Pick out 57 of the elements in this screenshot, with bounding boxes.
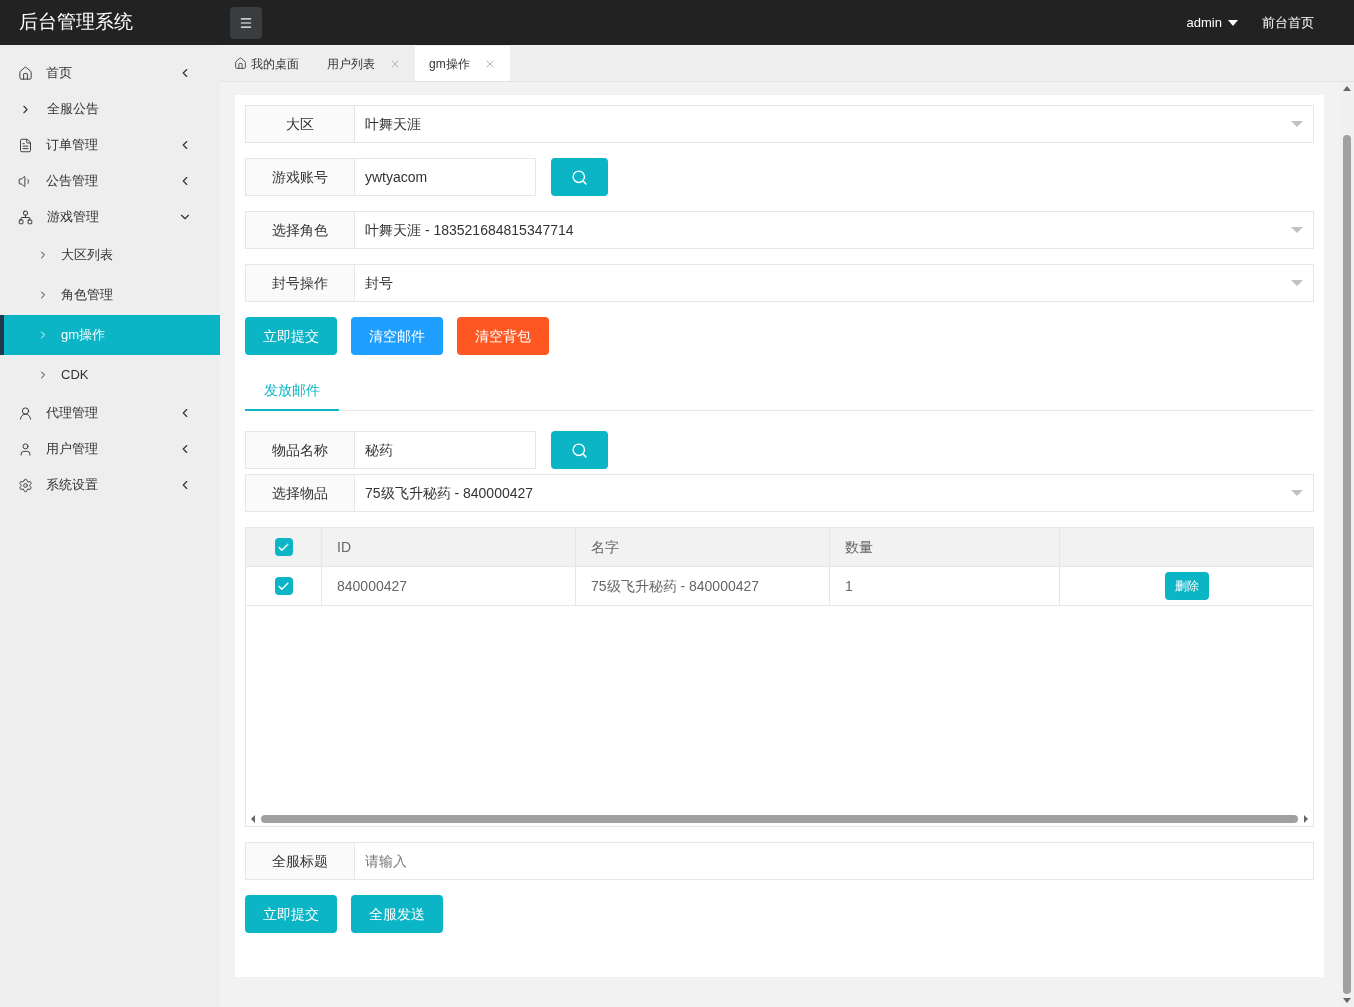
sidebar-item[interactable]: 系统设置 <box>0 467 220 503</box>
menu-item-icon <box>18 477 33 493</box>
field-label: 选择角色 <box>245 211 355 249</box>
menu-item-icon <box>18 441 33 457</box>
table-cell: 75级飞升秘药 - 840000427 <box>576 567 830 605</box>
field-label: 选择物品 <box>245 474 355 512</box>
home-link[interactable]: 前台首页 <box>1262 12 1314 33</box>
title-input[interactable]: 请输入 <box>355 842 1314 880</box>
page-tab[interactable]: 我的桌面 <box>220 46 313 81</box>
sidebar-item[interactable]: 用户管理 <box>0 431 220 467</box>
sidebar-item[interactable]: 游戏管理 <box>0 199 220 235</box>
home-icon <box>234 57 247 70</box>
page-tab[interactable]: 用户列表 <box>313 46 415 81</box>
column-header: 名字 <box>576 528 830 566</box>
sidebar-item[interactable]: 首页 <box>0 55 220 91</box>
page-tab[interactable]: gm操作 <box>415 46 510 81</box>
dropdown-caret-icon <box>1291 490 1303 496</box>
field-label: 封号操作 <box>245 264 355 302</box>
text-input[interactable]: ywtyacom <box>355 158 536 196</box>
select-field[interactable]: 叶舞天涯 <box>355 105 1314 143</box>
menu-item-icon <box>18 137 33 153</box>
checkbox[interactable] <box>274 577 293 595</box>
app-title: 后台管理系统 <box>18 10 134 35</box>
table-cell: 1 <box>830 567 1060 605</box>
dropdown-caret-icon <box>1291 227 1303 233</box>
column-header: 数量 <box>830 528 1060 566</box>
search-button[interactable] <box>551 431 608 469</box>
sidebar-item[interactable]: 公告管理 <box>0 163 220 199</box>
sidebar-item[interactable]: 订单管理 <box>0 127 220 163</box>
caret-icon <box>1228 19 1238 26</box>
search-button[interactable] <box>551 158 608 196</box>
field-label: 大区 <box>245 105 355 143</box>
column-header: ID <box>322 528 576 566</box>
dropdown-caret-icon <box>1291 280 1303 286</box>
menu-icon <box>239 15 253 30</box>
select-field[interactable]: 75级飞升秘药 - 840000427 <box>355 474 1314 512</box>
dropdown-caret-icon <box>1291 121 1303 127</box>
search-icon <box>571 441 588 459</box>
text-input[interactable]: 秘药 <box>355 431 536 469</box>
field-label: 物品名称 <box>245 431 355 469</box>
search-icon <box>571 168 588 186</box>
checkbox[interactable] <box>274 538 293 556</box>
sidebar-item[interactable]: 全服公告 <box>0 91 220 127</box>
sidebar-subitem[interactable]: 角色管理 <box>0 275 220 315</box>
menu-item-icon <box>18 209 33 225</box>
select-field[interactable]: 封号 <box>355 264 1314 302</box>
table-cell: 840000427 <box>322 567 576 605</box>
menu-item-icon <box>18 405 33 421</box>
field-label: 全服标题 <box>245 842 355 880</box>
sidebar-item[interactable]: 代理管理 <box>0 395 220 431</box>
sidebar-subitem[interactable]: CDK <box>0 355 220 395</box>
field-label: 游戏账号 <box>245 158 355 196</box>
menu-item-icon <box>18 65 33 81</box>
sidebar-subitem[interactable]: 大区列表 <box>0 235 220 275</box>
user-menu[interactable]: admin <box>1186 12 1238 33</box>
select-field[interactable]: 叶舞天涯 - 183521684815347714 <box>355 211 1314 249</box>
menu-toggle-button[interactable] <box>230 6 262 39</box>
